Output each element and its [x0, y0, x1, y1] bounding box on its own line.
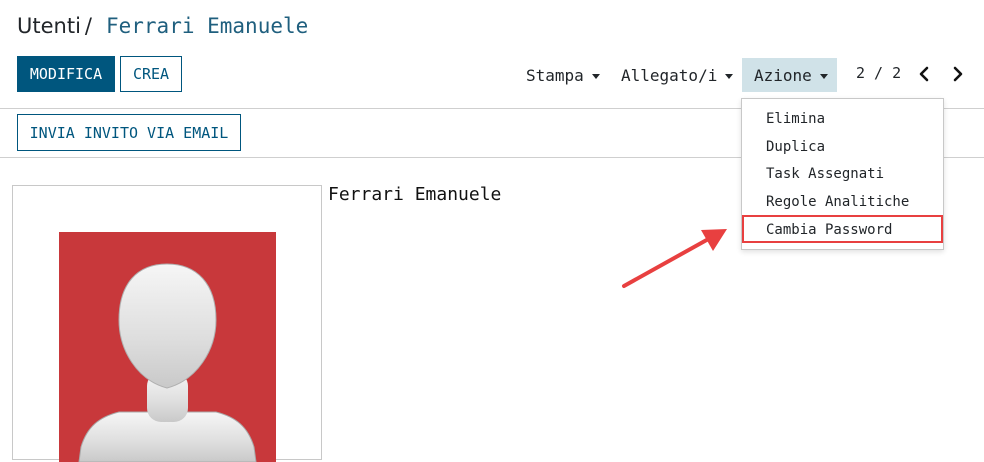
chevron-right-icon[interactable] — [949, 64, 965, 84]
menu-item-duplicate[interactable]: Duplica — [766, 139, 825, 155]
annotation-highlight-box — [742, 215, 943, 243]
create-button[interactable]: CREA — [120, 56, 182, 92]
action-menu-label: Azione — [754, 65, 812, 85]
breadcrumb-root-link[interactable]: Utenti — [17, 14, 81, 38]
print-menu-label: Stampa — [526, 65, 584, 85]
default-avatar-icon — [59, 232, 276, 462]
print-menu[interactable]: Stampa — [526, 58, 600, 92]
breadcrumb: Utenti / Ferrari Emanuele — [17, 12, 308, 40]
pager-counter: 2 / 2 — [856, 64, 902, 82]
menu-item-delete[interactable]: Elimina — [766, 111, 825, 127]
edit-button[interactable]: MODIFICA — [17, 56, 115, 92]
caret-down-icon — [725, 73, 734, 79]
chevron-left-icon[interactable] — [917, 64, 933, 84]
breadcrumb-current: Ferrari Emanuele — [105, 14, 309, 38]
menu-item-analytic-rules[interactable]: Regole Analitiche — [766, 194, 909, 210]
caret-down-icon — [591, 73, 600, 79]
attachments-menu-label: Allegato/i — [621, 65, 718, 85]
caret-down-icon — [819, 73, 828, 79]
action-menu[interactable]: Azione — [742, 58, 837, 92]
menu-item-assigned-tasks[interactable]: Task Assegnati — [766, 166, 884, 182]
breadcrumb-separator: / — [84, 14, 92, 38]
record-name: Ferrari Emanuele — [328, 184, 502, 205]
send-invite-email-button[interactable]: INVIA INVITO VIA EMAIL — [17, 114, 241, 151]
attachments-menu[interactable]: Allegato/i — [621, 58, 734, 92]
avatar-frame[interactable] — [12, 185, 322, 462]
